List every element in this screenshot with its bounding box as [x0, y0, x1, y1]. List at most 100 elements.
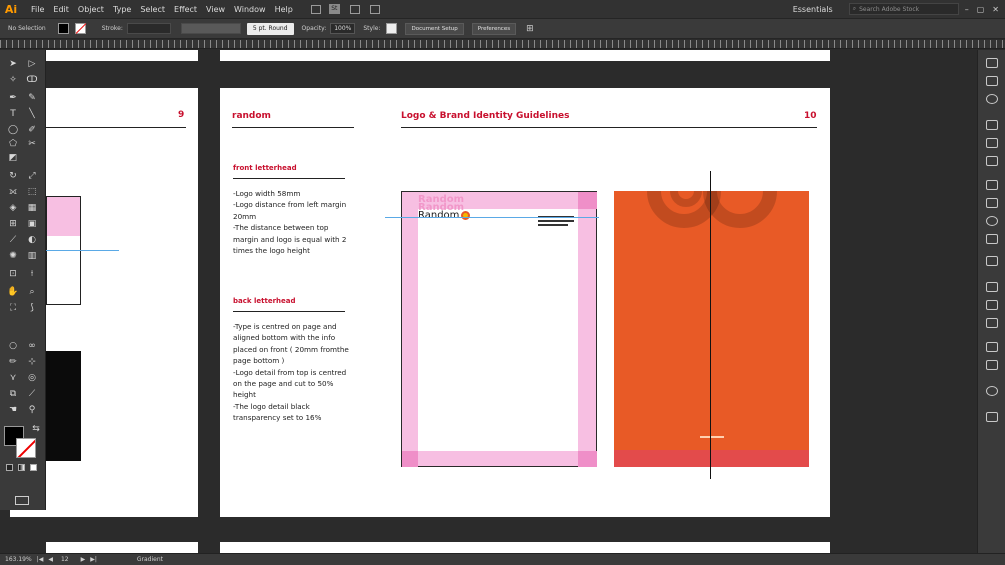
- artboard-tool-icon[interactable]: ⊡: [7, 268, 19, 280]
- shape-builder-tool-icon[interactable]: ◈: [7, 202, 19, 214]
- menu-edit[interactable]: Edit: [53, 5, 69, 14]
- vertical-guide[interactable]: [710, 171, 711, 479]
- eraser-tool-icon[interactable]: ◩: [7, 152, 19, 164]
- layers-panel-icon[interactable]: [986, 282, 998, 292]
- next-artboard-icon[interactable]: ▶: [81, 556, 86, 563]
- blend-tool-icon[interactable]: ◐: [26, 234, 38, 246]
- preferences-button[interactable]: Preferences: [471, 22, 517, 35]
- transform-panel-icon[interactable]: [986, 360, 998, 370]
- swatches-panel-icon[interactable]: [986, 120, 998, 130]
- measure-tool-icon[interactable]: ⟋: [26, 388, 38, 400]
- symbols-panel-icon[interactable]: [986, 156, 998, 166]
- scale-tool-icon[interactable]: ⤢: [26, 170, 38, 182]
- smooth-tool-icon[interactable]: ⊹: [26, 356, 38, 368]
- character-panel-icon[interactable]: [986, 412, 998, 422]
- menu-effect[interactable]: Effect: [174, 5, 197, 14]
- curvature-tool-icon[interactable]: ✎: [26, 92, 38, 104]
- maximize-icon[interactable]: ▢: [977, 5, 985, 14]
- last-artboard-icon[interactable]: ▶|: [90, 556, 97, 563]
- none-mode-icon[interactable]: [30, 464, 37, 471]
- crop-tool-icon[interactable]: ⧉: [7, 388, 19, 400]
- mesh-tool-icon[interactable]: ⊞: [7, 218, 19, 230]
- gradient-tool-icon[interactable]: ▣: [26, 218, 38, 230]
- artboard-number-field[interactable]: 12: [61, 556, 69, 563]
- stroke-color-box[interactable]: [16, 438, 36, 458]
- eyedropper-tool-icon[interactable]: ⟋: [7, 234, 19, 246]
- document-setup-button[interactable]: Document Setup: [405, 22, 464, 35]
- opacity-field[interactable]: 100%: [330, 23, 356, 34]
- color-panel-icon[interactable]: [986, 94, 998, 104]
- menu-type[interactable]: Type: [113, 5, 131, 14]
- paintbrush-tool-icon[interactable]: ✐: [26, 124, 38, 136]
- direct-selection-tool-icon[interactable]: ▷: [26, 58, 38, 70]
- gradient-panel-icon[interactable]: [986, 198, 998, 208]
- pathfinder-panel-icon[interactable]: [986, 386, 998, 396]
- artboards-panel-icon[interactable]: [986, 300, 998, 310]
- zoom-tool-2-icon[interactable]: ⚲: [26, 404, 38, 416]
- width-tool-icon[interactable]: ⟗: [7, 186, 19, 198]
- graphic-styles-panel-icon[interactable]: [986, 256, 998, 266]
- appearance-panel-icon[interactable]: [986, 234, 998, 244]
- menu-file[interactable]: File: [31, 5, 44, 14]
- zoom-tool-icon[interactable]: ⌕: [26, 286, 38, 298]
- close-icon[interactable]: ✕: [992, 5, 999, 14]
- screen-mode-icon[interactable]: [15, 496, 29, 505]
- brushes-panel-icon[interactable]: [986, 138, 998, 148]
- stock-button[interactable]: St: [328, 4, 340, 14]
- column-graph-tool-icon[interactable]: ▥: [26, 250, 38, 262]
- blob-brush-tool-icon[interactable]: ∞: [26, 340, 38, 352]
- menu-window[interactable]: Window: [234, 5, 266, 14]
- ellipse-tool-icon[interactable]: ◯: [7, 124, 19, 136]
- properties-panel-icon[interactable]: [986, 58, 998, 68]
- menu-view[interactable]: View: [206, 5, 225, 14]
- slice-tool-icon[interactable]: ⟊: [26, 268, 38, 280]
- minimize-icon[interactable]: –: [965, 5, 969, 14]
- workspace-switcher[interactable]: Essentials: [793, 5, 833, 14]
- bridge-icon[interactable]: [310, 4, 321, 14]
- zoom-level[interactable]: 163.19%: [5, 556, 32, 563]
- horizontal-ruler[interactable]: [0, 40, 1005, 49]
- rotate-tool-icon[interactable]: ↻: [7, 170, 19, 182]
- hand-tool-2-icon[interactable]: ☚: [7, 404, 19, 416]
- magic-wand-tool-icon[interactable]: ✧: [7, 74, 19, 86]
- variable-width-profile[interactable]: [180, 23, 241, 34]
- stroke-weight-field[interactable]: [126, 23, 171, 34]
- back-letterhead-mockup[interactable]: [614, 191, 809, 467]
- paint-bucket-tool-icon[interactable]: ⛶: [7, 302, 19, 314]
- arrange-documents-icon[interactable]: [349, 4, 360, 14]
- shaper-tool-icon[interactable]: ⬠: [7, 138, 19, 150]
- horizontal-guide[interactable]: [385, 217, 599, 218]
- color-mode-icon[interactable]: [6, 464, 13, 471]
- asset-export-panel-icon[interactable]: [986, 318, 998, 328]
- swap-colors-icon[interactable]: ⇆: [30, 423, 42, 435]
- scissors-tool-icon[interactable]: ✂: [26, 138, 38, 150]
- pencil-tool-icon[interactable]: ✏: [7, 356, 19, 368]
- perspective-grid-tool-icon[interactable]: ▦: [26, 202, 38, 214]
- ellipse-variant-tool-icon[interactable]: ○: [7, 340, 19, 352]
- twirl-tool-icon[interactable]: ◎: [26, 372, 38, 384]
- previous-artboard-icon[interactable]: ◀: [48, 556, 53, 563]
- canvas[interactable]: 9 random Logo & Brand Identity Guideline…: [0, 50, 977, 553]
- first-artboard-icon[interactable]: |◀: [37, 556, 44, 563]
- gradient-mode-icon[interactable]: [18, 464, 25, 471]
- gpu-performance-icon[interactable]: [369, 4, 380, 14]
- align-panel-icon[interactable]: [986, 342, 998, 352]
- menu-select[interactable]: Select: [140, 5, 165, 14]
- knife-tool-icon[interactable]: ⟆: [26, 302, 38, 314]
- stroke-swatch[interactable]: [74, 23, 87, 34]
- free-transform-tool-icon[interactable]: ⬚: [26, 186, 38, 198]
- stroke-panel-icon[interactable]: [986, 180, 998, 190]
- hand-tool-icon[interactable]: ✋: [7, 286, 19, 298]
- transparency-panel-icon[interactable]: [986, 216, 998, 226]
- lasso-tool-icon[interactable]: ↀ: [26, 74, 38, 86]
- stock-search-input[interactable]: ⌕ Search Adobe Stock: [848, 3, 959, 15]
- arrange-icon[interactable]: ⊞: [526, 24, 534, 34]
- fill-swatch[interactable]: [57, 23, 69, 34]
- selection-tool-icon[interactable]: ➤: [7, 58, 19, 70]
- graphic-style-swatch[interactable]: [386, 23, 398, 34]
- symbol-sprayer-tool-icon[interactable]: ✺: [7, 250, 19, 262]
- menu-object[interactable]: Object: [78, 5, 104, 14]
- brush-definition-select[interactable]: 5 pt. Round: [246, 22, 294, 35]
- front-letterhead-mockup[interactable]: Random Random Random: [401, 191, 597, 467]
- warp-tool-icon[interactable]: ⋎: [7, 372, 19, 384]
